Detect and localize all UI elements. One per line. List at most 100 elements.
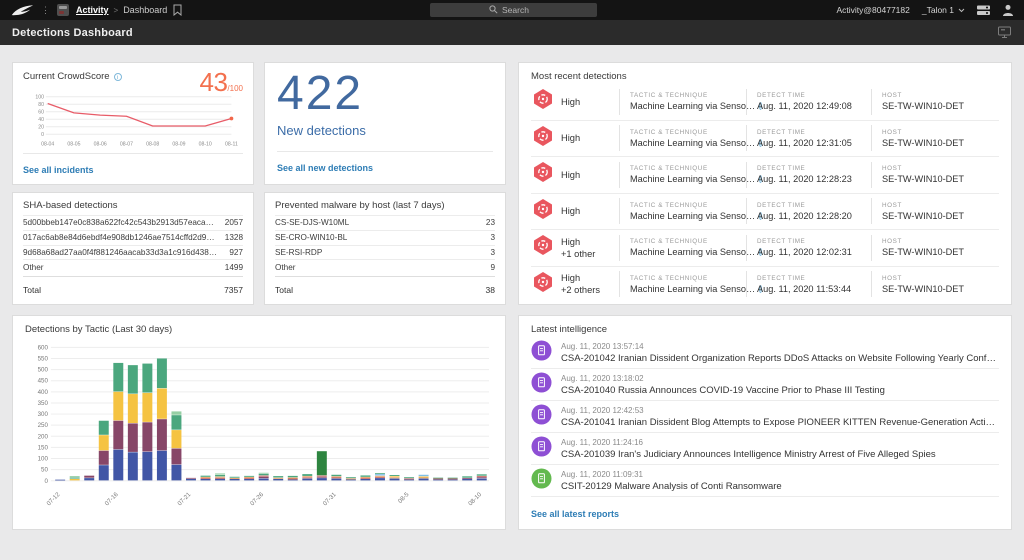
stat-label: SE-RSI-RDP xyxy=(275,248,482,257)
svg-text:08-10: 08-10 xyxy=(199,142,212,148)
severity-cell: High+2 others xyxy=(531,271,619,298)
intel-report-item[interactable]: Aug. 11, 2020 11:09:31 CSIT-20129 Malware… xyxy=(531,464,999,496)
bookmark-icon[interactable] xyxy=(173,4,182,16)
tactic-column: TACTIC & TECHNIQUEMachine Learning via S… xyxy=(619,198,746,224)
svg-text:07-21: 07-21 xyxy=(176,491,192,507)
severity-label: High+1 other xyxy=(561,236,595,260)
see-all-new-detections-link[interactable]: See all new detections xyxy=(277,163,373,173)
detections-by-tactic-chart: 05010015020025030035040045050055060007-1… xyxy=(25,337,493,521)
severity-label: High xyxy=(561,205,580,217)
severity-label: High+2 others xyxy=(561,272,600,296)
host-value: SE-TW-WIN10-DET xyxy=(882,101,999,111)
menu-dots-icon[interactable]: ⋮ xyxy=(41,5,50,16)
svg-text:08-07: 08-07 xyxy=(120,142,133,148)
stat-label: SE-CRO-WIN10-BL xyxy=(275,233,482,242)
host-value: SE-TW-WIN10-DET xyxy=(882,284,999,294)
svg-text:150: 150 xyxy=(38,444,49,451)
tactic-label: TACTIC & TECHNIQUE xyxy=(630,129,746,136)
svg-text:08-08: 08-08 xyxy=(146,142,159,148)
svg-text:20: 20 xyxy=(38,125,44,131)
host-label: HOST xyxy=(882,129,999,136)
total-value: 7357 xyxy=(224,285,243,295)
intel-report-item[interactable]: Aug. 11, 2020 12:42:53CSA-201041 Iranian… xyxy=(531,400,999,432)
svg-text:08-5: 08-5 xyxy=(397,491,411,505)
stat-label: 5d00bbeb147e0c838a622fc42c543b2913d57eac… xyxy=(23,218,217,227)
tactic-value: Machine Learning via Senso…i xyxy=(630,284,746,294)
new-detections-count: 422 xyxy=(277,69,493,119)
stat-value: 1499 xyxy=(225,263,243,272)
user-profile-icon[interactable] xyxy=(1002,4,1014,16)
svg-text:500: 500 xyxy=(38,367,49,374)
user-dropdown[interactable]: _Talon 1 xyxy=(922,5,965,15)
tactic-label: TACTIC & TECHNIQUE xyxy=(630,202,746,209)
svg-text:50: 50 xyxy=(41,467,48,474)
latest-intelligence-list: Aug. 11, 2020 13:57:14CSA-201042 Iranian… xyxy=(531,337,999,496)
stat-value: 23 xyxy=(486,218,495,227)
severity-label: High xyxy=(561,96,580,108)
intel-report-item[interactable]: Aug. 11, 2020 11:24:16CSA-201039 Iran's … xyxy=(531,432,999,464)
breadcrumb-app-link[interactable]: Activity xyxy=(76,5,109,15)
svg-text:400: 400 xyxy=(38,389,49,396)
detections-dashboard-page: ⋮ Activity > Dashboard Activity@80477182… xyxy=(0,0,1024,560)
intel-text: Aug. 11, 2020 12:42:53CSA-201041 Iranian… xyxy=(561,406,999,428)
crowdstrike-falcon-logo-icon[interactable] xyxy=(10,4,34,16)
tactic-column: TACTIC & TECHNIQUEMachine Learning via S… xyxy=(619,271,746,297)
svg-text:550: 550 xyxy=(38,355,49,362)
tactic-column: TACTIC & TECHNIQUEMachine Learning via S… xyxy=(619,89,746,115)
detections-by-tactic-title: Detections by Tactic (Last 30 days) xyxy=(25,324,493,335)
svg-text:450: 450 xyxy=(38,378,49,385)
stat-value: 1328 xyxy=(225,233,243,242)
host-column: HOSTSE-TW-WIN10-DET xyxy=(871,271,999,297)
svg-text:600: 600 xyxy=(38,344,49,351)
severity-cell: High xyxy=(531,161,619,188)
host-value: SE-TW-WIN10-DET xyxy=(882,247,999,257)
intel-report-item[interactable]: Aug. 11, 2020 13:57:14CSA-201042 Iranian… xyxy=(531,337,999,368)
see-all-latest-reports-link[interactable]: See all latest reports xyxy=(531,509,619,519)
intel-report-item[interactable]: Aug. 11, 2020 13:18:02CSA-201040 Russia … xyxy=(531,368,999,400)
intel-text: Aug. 11, 2020 11:24:16CSA-201039 Iran's … xyxy=(561,438,936,460)
tactic-value: Machine Learning via Senso…i xyxy=(630,101,746,111)
detection-row[interactable]: High+1 otherTACTIC & TECHNIQUEMachine Le… xyxy=(531,229,999,266)
severity-cell: High xyxy=(531,198,619,225)
host-value: SE-TW-WIN10-DET xyxy=(882,174,999,184)
severity-label: High xyxy=(561,132,580,144)
table-row: 5d00bbeb147e0c838a622fc42c543b2913d57eac… xyxy=(23,215,243,230)
presentation-mode-icon[interactable] xyxy=(997,26,1012,39)
detection-row[interactable]: High+2 others TACTIC & TECHNIQUEMachine L… xyxy=(531,266,999,303)
host-column: HOST SE-TW-WIN10-DET xyxy=(871,89,999,115)
detect-time-label: DETECT TIME xyxy=(757,202,871,209)
total-label: Total xyxy=(275,285,486,295)
search-input[interactable] xyxy=(502,5,538,15)
crowdscore-trend-chart: 02040608010008-0408-0508-0608-0708-0808-… xyxy=(23,93,243,153)
intel-timestamp: Aug. 11, 2020 11:24:16 xyxy=(561,438,936,447)
detections-by-tactic-card: Detections by Tactic (Last 30 days) 0501… xyxy=(12,315,506,530)
stat-value: 2057 xyxy=(225,218,243,227)
table-row: SE-RSI-RDP3 xyxy=(275,245,495,260)
report-icon xyxy=(531,468,552,494)
see-all-incidents-link[interactable]: See all incidents xyxy=(23,165,94,175)
severity-cell: High xyxy=(531,88,619,115)
host-label: HOST xyxy=(882,92,999,99)
svg-text:08-06: 08-06 xyxy=(94,142,107,148)
prevented-total-row: Total 38 xyxy=(275,276,495,297)
notifications-stack-icon[interactable] xyxy=(977,5,990,16)
severity-hexagon-icon xyxy=(533,198,553,225)
detection-row[interactable]: HighTACTIC & TECHNIQUEMachine Learning v… xyxy=(531,156,999,193)
stat-label: CS-SE-DJS-W10ML xyxy=(275,218,478,227)
intel-timestamp: Aug. 11, 2020 11:09:31 xyxy=(561,470,782,479)
table-row: 017ac6ab8e84d6ebdf4e908db1246ae7514cffd2… xyxy=(23,230,243,245)
page-header: Detections Dashboard xyxy=(0,20,1024,45)
prevented-malware-title: Prevented malware by host (last 7 days) xyxy=(275,200,495,211)
crowdscore-title: Current CrowdScore xyxy=(23,71,110,82)
detect-time-column: DETECT TIMEAug. 11, 2020 11:53:44 xyxy=(746,271,871,297)
detection-row[interactable]: High TACTIC & TECHNIQUEMachine Learning v… xyxy=(531,84,999,120)
detect-time-value: Aug. 11, 2020 12:02:31 xyxy=(757,247,871,257)
intel-report-title: CSIT-20129 Malware Analysis of Conti Ran… xyxy=(561,481,782,492)
host-value: SE-TW-WIN10-DET xyxy=(882,138,999,148)
info-icon[interactable]: i xyxy=(114,73,122,81)
intel-text: Aug. 11, 2020 13:57:14CSA-201042 Iranian… xyxy=(561,342,999,364)
detection-row[interactable]: High TACTIC & TECHNIQUEMachine Learning v… xyxy=(531,193,999,230)
intel-timestamp: Aug. 11, 2020 13:57:14 xyxy=(561,342,999,351)
detection-row[interactable]: HighTACTIC & TECHNIQUEMachine Learning v… xyxy=(531,120,999,157)
app-switcher-icon[interactable] xyxy=(57,4,69,16)
